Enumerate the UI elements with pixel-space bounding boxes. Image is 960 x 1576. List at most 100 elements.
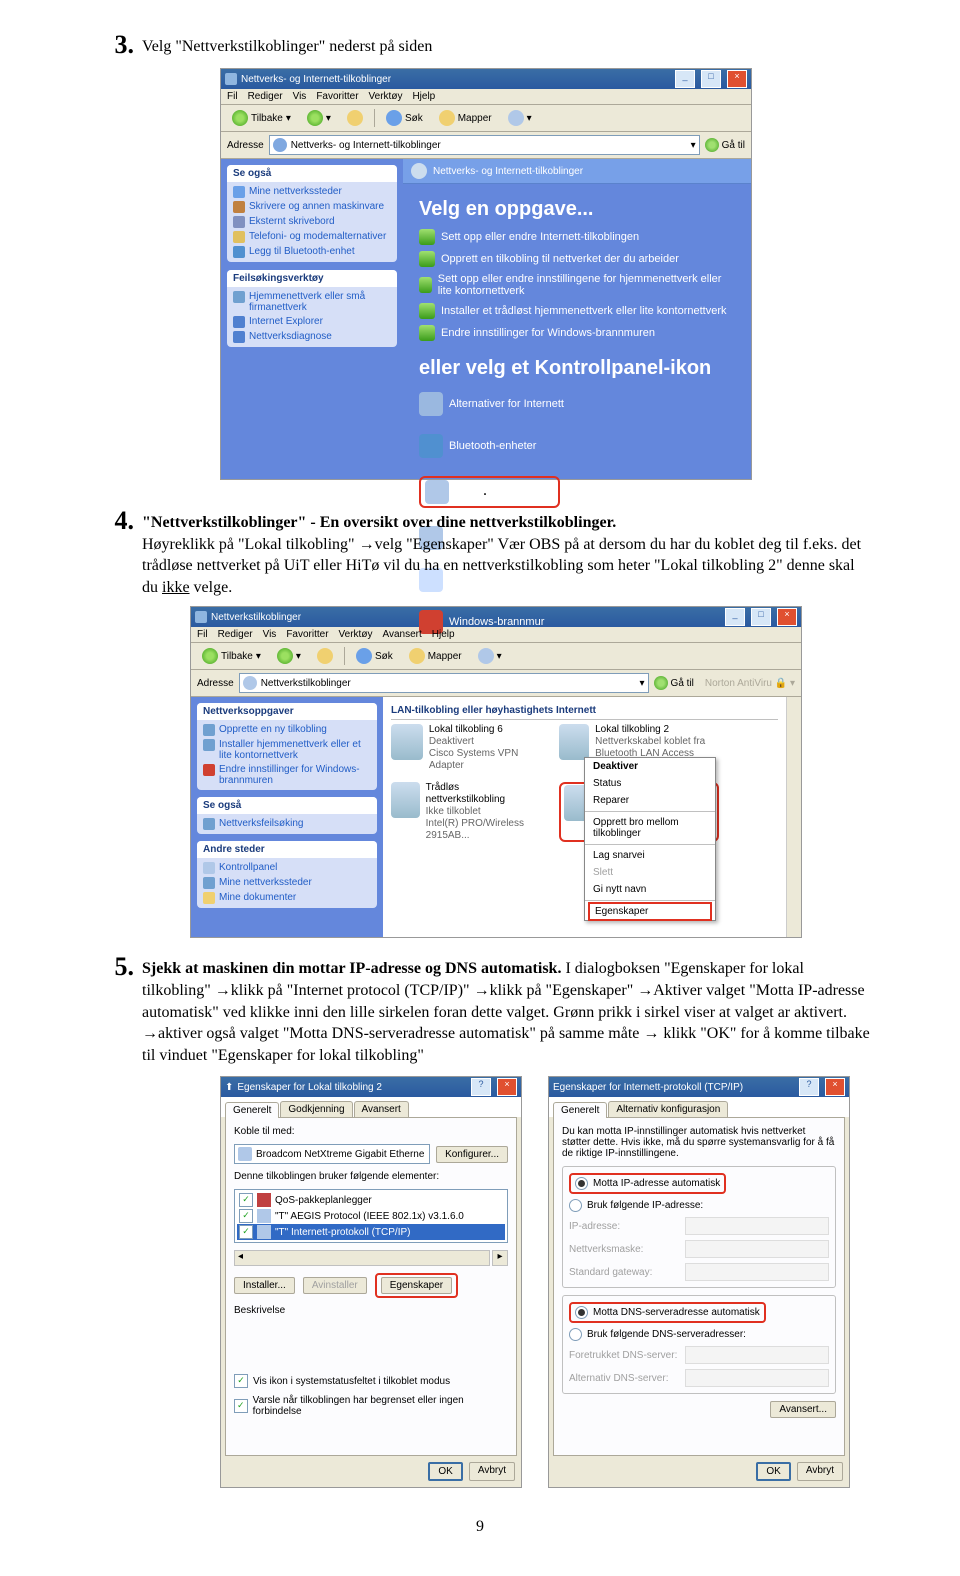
side-item[interactable]: Hjemmenettverk eller små firmanettverk	[233, 291, 391, 313]
cancel-button[interactable]: Avbryt	[469, 1462, 515, 1481]
side-item[interactable]: Opprette en ny tilkobling	[203, 724, 371, 736]
properties-button[interactable]: Egenskaper	[381, 1277, 452, 1294]
radio-manual-dns[interactable]: Bruk følgende DNS-serveradresser:	[569, 1328, 829, 1341]
menu-help[interactable]: Hjelp	[432, 629, 455, 640]
ctx-item[interactable]: Gi nytt navn	[585, 881, 715, 898]
ctx-item[interactable]: Deaktiver	[585, 758, 715, 775]
radio-auto-dns[interactable]: Motta DNS-serveradresse automatisk	[575, 1306, 760, 1319]
close-button[interactable]: ×	[727, 70, 747, 88]
side-item[interactable]: Nettverksdiagnose	[233, 331, 391, 343]
menu-tools[interactable]: Verktøy	[369, 91, 403, 102]
maximize-button[interactable]: □	[701, 70, 721, 88]
menu-help[interactable]: Hjelp	[412, 91, 435, 102]
side-item[interactable]: Skrivere og annen maskinvare	[233, 201, 391, 213]
side-item[interactable]: Telefoni- og modemalternativer	[233, 231, 391, 243]
views-button[interactable]: ▾	[503, 108, 537, 128]
help-button[interactable]: ?	[799, 1078, 819, 1096]
menu-advanced[interactable]: Avansert	[382, 629, 421, 640]
maximize-button[interactable]: □	[751, 608, 771, 626]
up-button[interactable]	[342, 108, 368, 128]
side-item[interactable]: Endre innstillinger for Windows-brannmur…	[203, 764, 371, 786]
address-field[interactable]: Nettverkstilkoblinger▾	[239, 673, 649, 693]
uninstall-button[interactable]: Avinstaller	[303, 1277, 367, 1294]
side-item[interactable]: Legg til Bluetooth-enhet	[233, 246, 391, 258]
task-link[interactable]: Endre innstillinger for Windows-brannmur…	[419, 325, 735, 341]
install-button[interactable]: Installer...	[234, 1277, 295, 1294]
checkbox[interactable]: ✓	[239, 1225, 253, 1239]
side-item[interactable]: Kontrollpanel	[203, 862, 371, 874]
side-item[interactable]: Nettverksfeilsøking	[203, 818, 371, 830]
tab-advanced[interactable]: Avansert	[354, 1101, 409, 1117]
checkbox[interactable]: ✓	[234, 1374, 248, 1388]
checkbox[interactable]: ✓	[239, 1209, 253, 1223]
menu-tools[interactable]: Verktøy	[339, 629, 373, 640]
cpl-icon-highlighted[interactable]: Nettverkstilkoblinger	[419, 476, 569, 508]
task-link[interactable]: Installer et trådløst hjemmenettverk ell…	[419, 303, 735, 319]
menu-favorites[interactable]: Favoritter	[316, 91, 358, 102]
menu-file[interactable]: Fil	[227, 91, 238, 102]
ctx-item[interactable]: Slett	[585, 864, 715, 881]
checkbox[interactable]: ✓	[234, 1399, 248, 1413]
side-item[interactable]: Mine nettverkssteder	[203, 877, 371, 889]
side-item[interactable]: Eksternt skrivebord	[233, 216, 391, 228]
task-link[interactable]: Sett opp eller endre innstillingene for …	[419, 273, 735, 297]
ctx-item[interactable]: Lag snarvei	[585, 847, 715, 864]
folders-button[interactable]: Mapper	[404, 646, 467, 666]
radio-manual-ip[interactable]: Bruk følgende IP-adresse:	[569, 1199, 829, 1212]
back-button[interactable]: Tilbake ▾	[227, 108, 296, 128]
connection-item[interactable]: Trådløs nettverkstilkoblingIkke tilkoble…	[391, 782, 541, 842]
components-list[interactable]: ✓QoS-pakkeplanlegger ✓"T" AEGIS Protocol…	[234, 1189, 508, 1243]
scroll-left[interactable]: ◂	[234, 1250, 490, 1266]
go-button[interactable]: Gå til	[654, 676, 694, 690]
ctx-item[interactable]: Status	[585, 775, 715, 792]
forward-button[interactable]: ▾	[302, 108, 336, 128]
scrollbar[interactable]	[786, 697, 801, 937]
menu-edit[interactable]: Rediger	[248, 91, 283, 102]
ok-button[interactable]: OK	[428, 1462, 462, 1481]
menu-view[interactable]: Vis	[263, 629, 277, 640]
forward-button[interactable]: ▾	[272, 646, 306, 666]
folders-button[interactable]: Mapper	[434, 108, 497, 128]
side-item[interactable]: Internet Explorer	[233, 316, 391, 328]
menu-file[interactable]: Fil	[197, 629, 208, 640]
task-link[interactable]: Opprett en tilkobling til nettverket der…	[419, 251, 735, 267]
side-item[interactable]: Installer hjemmenettverk eller et lite k…	[203, 739, 371, 761]
ctx-item-highlighted[interactable]: Egenskaper	[588, 902, 712, 921]
cancel-button[interactable]: Avbryt	[797, 1462, 843, 1481]
side-item[interactable]: Mine nettverkssteder	[233, 186, 391, 198]
radio-auto-ip[interactable]: Motta IP-adresse automatisk	[575, 1177, 720, 1190]
tab-auth[interactable]: Godkjenning	[280, 1101, 352, 1117]
close-button[interactable]: ×	[497, 1078, 517, 1096]
adapter-field[interactable]: Broadcom NetXtreme Gigabit Etherne	[234, 1144, 430, 1164]
ctx-item[interactable]: Reparer	[585, 792, 715, 809]
menu-view[interactable]: Vis	[293, 91, 307, 102]
menu-favorites[interactable]: Favoritter	[286, 629, 328, 640]
configure-button[interactable]: Konfigurer...	[436, 1146, 508, 1163]
back-button[interactable]: Tilbake ▾	[197, 646, 266, 666]
tab-general[interactable]: Generelt	[553, 1102, 607, 1118]
cpl-icon[interactable]: Bluetooth-enheter	[419, 434, 569, 458]
views-button[interactable]: ▾	[473, 646, 507, 666]
minimize-button[interactable]: _	[675, 70, 695, 88]
scroll-right[interactable]: ▸	[492, 1250, 508, 1266]
tab-alt[interactable]: Alternativ konfigurasjon	[608, 1101, 728, 1117]
help-button[interactable]: ?	[471, 1078, 491, 1096]
advanced-button[interactable]: Avansert...	[770, 1401, 836, 1418]
connection-item[interactable]: Lokal tilkobling 6DeaktivertCisco System…	[391, 724, 541, 772]
checkbox[interactable]: ✓	[239, 1193, 253, 1207]
close-button[interactable]: ×	[825, 1078, 845, 1096]
close-button[interactable]: ×	[777, 608, 797, 626]
menu-edit[interactable]: Rediger	[218, 629, 253, 640]
task-link[interactable]: Sett opp eller endre Internett-tilkoblin…	[419, 229, 735, 245]
ok-button[interactable]: OK	[756, 1462, 790, 1481]
up-button[interactable]	[312, 646, 338, 666]
address-field[interactable]: Nettverks- og Internett-tilkoblinger▾	[269, 135, 700, 155]
search-button[interactable]: Søk	[381, 108, 428, 128]
minimize-button[interactable]: _	[725, 608, 745, 626]
tab-general[interactable]: Generelt	[225, 1102, 279, 1118]
cpl-icon[interactable]: Alternativer for Internett	[419, 392, 569, 416]
side-item[interactable]: Mine dokumenter	[203, 892, 371, 904]
search-button[interactable]: Søk	[351, 646, 398, 666]
go-button[interactable]: Gå til	[705, 138, 745, 152]
ctx-item[interactable]: Opprett bro mellom tilkoblinger	[585, 814, 715, 842]
